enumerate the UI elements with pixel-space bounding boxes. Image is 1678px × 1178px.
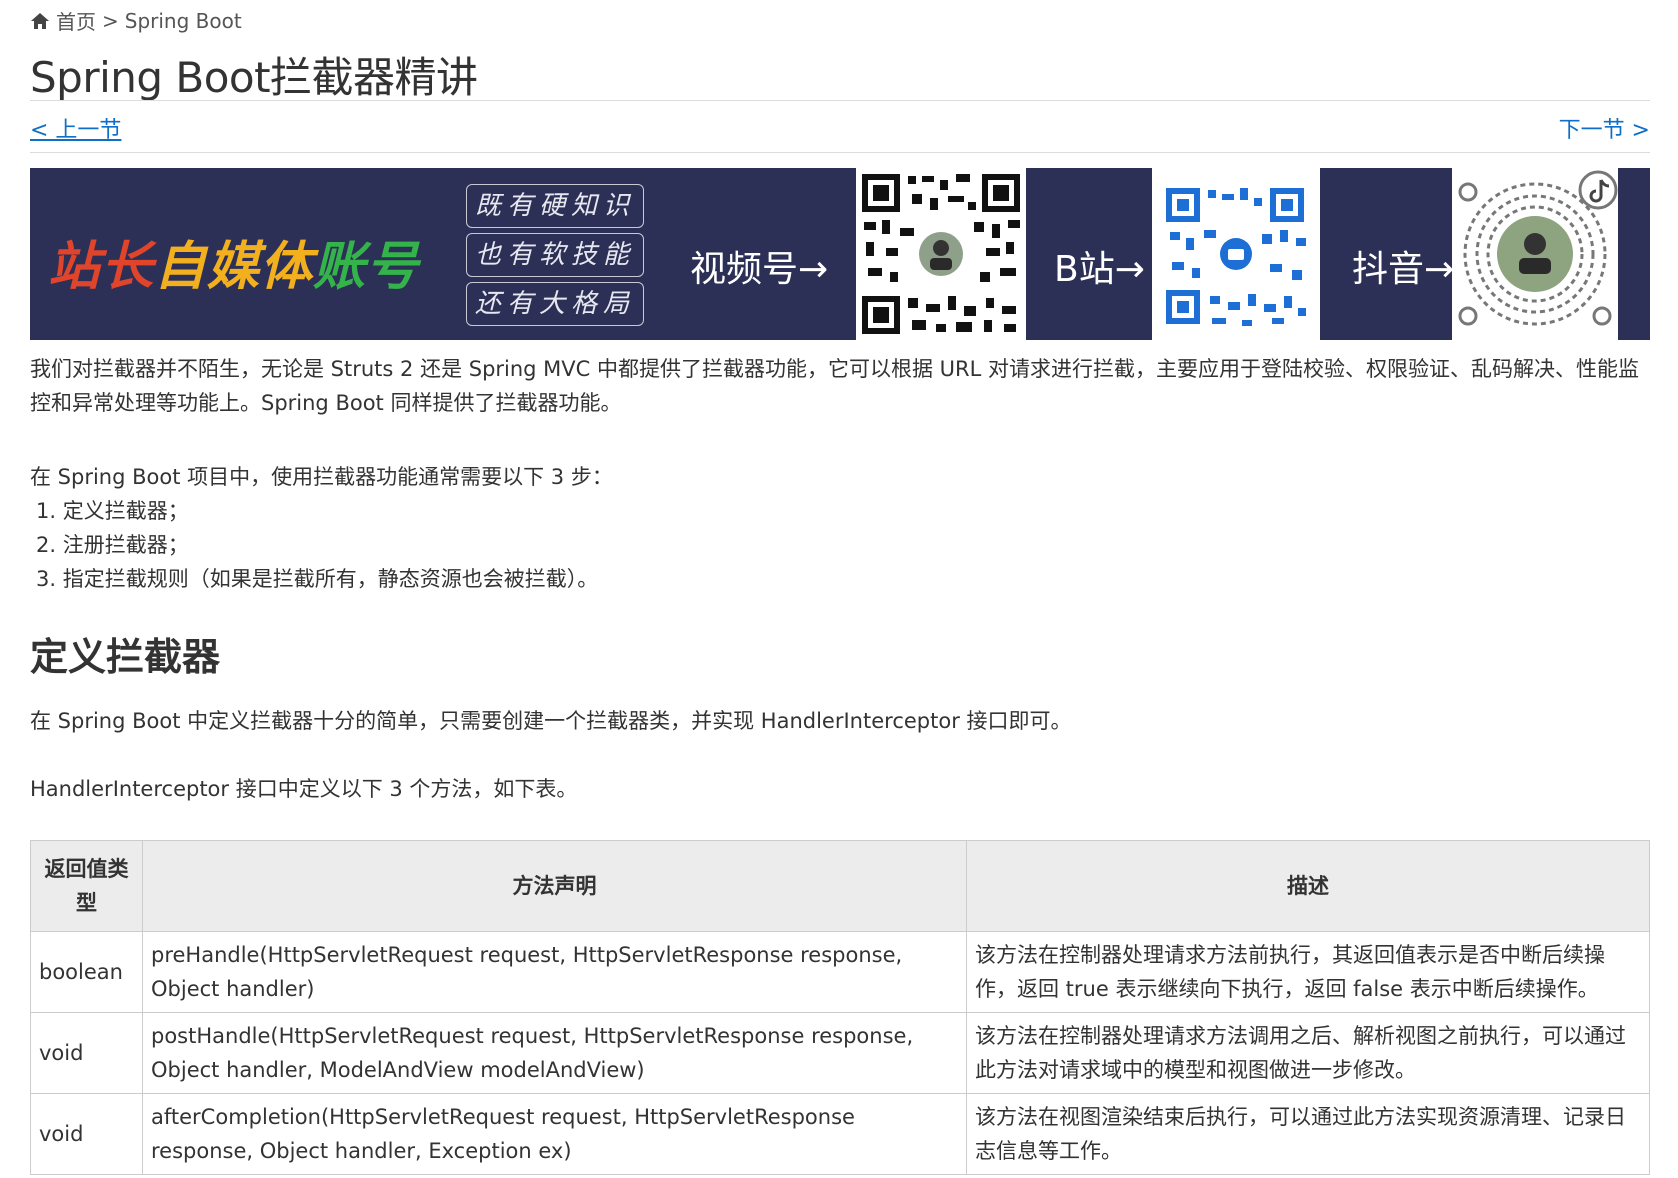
section-paragraph-1: 在 Spring Boot 中定义拦截器十分的简单，只需要创建一个拦截器类，并实…	[30, 709, 1072, 733]
method-cell: afterCompletion(HttpServletRequest reque…	[142, 1093, 967, 1175]
bilibili-qr-code	[1152, 168, 1320, 340]
page-title: Spring Boot拦截器精讲	[30, 53, 478, 102]
promo-banner[interactable]: 站长自媒体账号 既有硬知识 也有软技能 还有大格局 视频号→ B站→ 抖音→	[30, 168, 1650, 340]
table-header-row: 返回值类型 方法声明 描述	[30, 840, 1650, 932]
breadcrumb-separator: >	[102, 8, 119, 33]
video-account-qr-code	[856, 168, 1026, 340]
column-header: 方法声明	[142, 840, 967, 932]
banner-label-douyin: 抖音→	[1352, 249, 1455, 290]
step-item: 1. 定义拦截器；	[36, 499, 189, 523]
section-paragraph-2: HandlerInterceptor 接口中定义以下 3 个方法，如下表。	[30, 777, 578, 801]
banner-label-bilibili: B站→	[1054, 249, 1145, 290]
step-item: 3. 指定拦截规则（如果是拦截所有，静态资源也会被拦截）。	[36, 567, 599, 591]
section-heading: 定义拦截器	[30, 635, 221, 679]
return-type-cell: boolean	[30, 931, 143, 1013]
prev-section-link[interactable]: < 上一节	[30, 112, 121, 144]
title-divider	[30, 100, 1650, 101]
next-section-link[interactable]: 下一节 >	[1559, 112, 1650, 144]
brand-part-2: 自媒体	[154, 237, 314, 297]
return-type-cell: void	[30, 1093, 143, 1175]
home-icon[interactable]	[30, 12, 50, 30]
douyin-qr-code	[1452, 168, 1618, 340]
table-row: void afterCompletion(HttpServletRequest …	[30, 1093, 1650, 1175]
intro-paragraph: 我们对拦截器并不陌生，无论是 Struts 2 还是 Spring MVC 中都…	[30, 357, 1640, 415]
method-cell: preHandle(HttpServletRequest request, Ht…	[142, 931, 967, 1013]
breadcrumb-current[interactable]: Spring Boot	[125, 9, 242, 33]
column-header: 返回值类型	[30, 840, 143, 932]
methods-table: 返回值类型 方法声明 描述 boolean preHandle(HttpServ…	[30, 840, 1650, 1175]
breadcrumb: 首页 > Spring Boot	[30, 6, 242, 35]
column-header: 描述	[966, 840, 1650, 932]
nav-divider	[30, 152, 1650, 153]
table-row: void postHandle(HttpServletRequest reque…	[30, 1012, 1650, 1094]
banner-slogan-1: 既有硬知识	[466, 184, 644, 228]
brand-part-1: 站长	[48, 237, 155, 297]
breadcrumb-home-link[interactable]: 首页	[56, 6, 96, 35]
banner-brand-text: 站长自媒体账号	[48, 224, 419, 299]
banner-label-video: 视频号→	[690, 249, 829, 290]
banner-slogan-3: 还有大格局	[466, 282, 644, 326]
step-item: 2. 注册拦截器；	[36, 533, 189, 557]
steps-intro: 在 Spring Boot 项目中，使用拦截器功能通常需要以下 3 步：	[30, 465, 613, 489]
description-cell: 该方法在视图渲染结束后执行，可以通过此方法实现资源清理、记录日志信息等工作。	[966, 1093, 1650, 1175]
return-type-cell: void	[30, 1012, 143, 1094]
method-cell: postHandle(HttpServletRequest request, H…	[142, 1012, 967, 1094]
banner-slogan-2: 也有软技能	[466, 233, 644, 277]
brand-part-3: 账号	[313, 237, 420, 297]
description-cell: 该方法在控制器处理请求方法调用之后、解析视图之前执行，可以通过此方法对请求域中的…	[966, 1012, 1650, 1094]
table-row: boolean preHandle(HttpServletRequest req…	[30, 931, 1650, 1013]
description-cell: 该方法在控制器处理请求方法前执行，其返回值表示是否中断后续操作，返回 true …	[966, 931, 1650, 1013]
